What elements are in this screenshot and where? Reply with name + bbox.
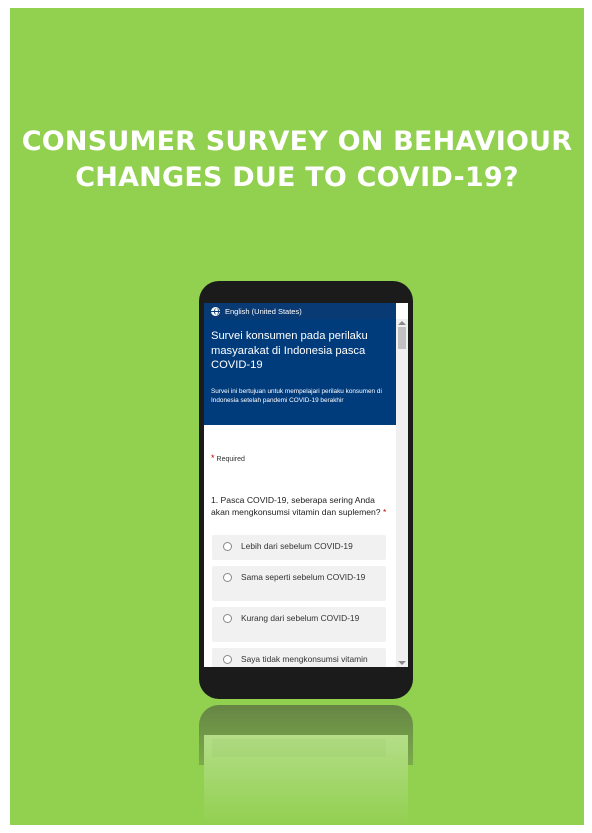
required-note: * Required (211, 453, 245, 463)
language-selector[interactable]: English (United States) (204, 303, 396, 319)
scrollbar[interactable] (396, 319, 408, 667)
form-description: Survei ini bertujuan untuk mempelajari p… (211, 388, 382, 404)
scroll-thumb[interactable] (398, 327, 406, 349)
phone-reflection (199, 705, 413, 825)
scroll-down-icon[interactable] (398, 661, 406, 665)
scroll-up-icon[interactable] (398, 321, 406, 325)
option-3[interactable]: Kurang dari sebelum COVID-19 (212, 607, 386, 642)
radio-icon[interactable] (223, 655, 232, 664)
language-label: English (United States) (225, 306, 302, 316)
radio-icon[interactable] (223, 542, 232, 551)
option-2[interactable]: Sama seperti sebelum COVID-19 (212, 566, 386, 601)
option-label: Saya tidak mengkonsumsi vitamin dan supl… (241, 654, 368, 667)
form-title: Survei konsumen pada perilaku masyarakat… (211, 330, 368, 371)
poster-background: CONSUMER SURVEY ON BEHAVIOUR CHANGES DUE… (10, 8, 584, 825)
form-header: Survei konsumen pada perilaku masyarakat… (204, 319, 396, 425)
option-label: Kurang dari sebelum COVID-19 (241, 613, 360, 623)
required-label: Required (216, 456, 245, 463)
question-required-star: * (382, 506, 387, 517)
title-line-1: CONSUMER SURVEY ON BEHAVIOUR (21, 126, 573, 157)
globe-icon (211, 306, 220, 316)
option-1[interactable]: Lebih dari sebelum COVID-19 (212, 535, 386, 560)
question-1: 1. Pasca COVID-19, seberapa sering Anda … (211, 495, 391, 518)
option-label: Lebih dari sebelum COVID-19 (241, 541, 353, 551)
reflection-option (212, 739, 386, 757)
required-star: * (211, 453, 215, 463)
phone-screen: English (United States) Survei konsumen … (204, 303, 408, 667)
phone-mockup: English (United States) Survei konsumen … (199, 281, 413, 699)
option-4[interactable]: Saya tidak mengkonsumsi vitamin dan supl… (212, 648, 386, 667)
question-text: 1. Pasca COVID-19, seberapa sering Anda … (211, 495, 381, 517)
page-title: CONSUMER SURVEY ON BEHAVIOUR CHANGES DUE… (10, 124, 584, 196)
title-line-2: CHANGES DUE TO COVID-19? (75, 162, 519, 193)
option-label: Sama seperti sebelum COVID-19 (241, 572, 366, 582)
radio-icon[interactable] (223, 573, 232, 582)
radio-icon[interactable] (223, 614, 232, 623)
